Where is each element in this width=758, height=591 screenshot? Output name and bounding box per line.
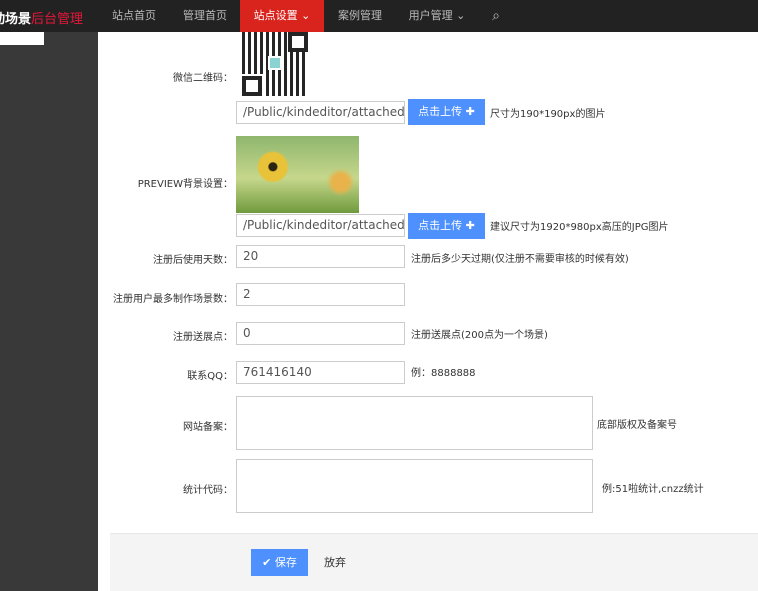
nav-site-settings[interactable]: 站点设置 ⌄ <box>240 0 324 32</box>
stats-hint: 例:51啦统计,cnzz统计 <box>602 484 704 495</box>
stats-textarea[interactable] <box>236 459 593 513</box>
qq-input[interactable]: 761416140 <box>236 361 405 384</box>
icp-hint: 底部版权及备案号 <box>597 420 677 431</box>
button-label: 点击上传 <box>418 219 463 232</box>
qrcode-path-input[interactable]: /Public/kindeditor/attached/in <box>236 101 405 124</box>
qrcode-label: 微信二维码： <box>173 73 233 84</box>
brand-name: 动场景 <box>0 12 32 27</box>
sidebar-item[interactable] <box>0 32 44 45</box>
nav-label: 用户管理 <box>408 9 453 22</box>
preview-bg-label: PREVIEW背景设置： <box>137 179 233 190</box>
qrcode-hint: 尺寸为190*190px的图片 <box>490 109 606 120</box>
points-label: 注册送展点： <box>173 332 233 343</box>
qrcode-image <box>240 32 308 98</box>
save-label: 保存 <box>274 556 297 569</box>
form-actions: ✔ 保存 放弃 <box>110 533 758 591</box>
days-hint: 注册后多少天过期(仅注册不需要审核的时候有效) <box>411 254 629 265</box>
days-input[interactable]: 20 <box>236 245 405 268</box>
max-scenes-label: 注册用户最多制作场景数： <box>113 294 233 305</box>
chevron-down-icon: ⌄ <box>301 9 311 22</box>
points-input[interactable]: 0 <box>236 322 405 345</box>
preview-bg-image <box>236 136 359 213</box>
button-label: 点击上传 <box>418 105 463 118</box>
preview-bg-upload-button[interactable]: 点击上传 ✚ <box>408 213 485 239</box>
nav-label: 站点设置 <box>253 9 298 22</box>
check-icon: ✔ <box>262 556 272 569</box>
sidebar <box>0 32 98 591</box>
cancel-button[interactable]: 放弃 <box>312 549 358 576</box>
icp-textarea[interactable] <box>236 396 593 450</box>
qq-label: 联系QQ： <box>187 371 233 382</box>
qrcode-upload-button[interactable]: 点击上传 ✚ <box>408 99 485 125</box>
preview-bg-hint: 建议尺寸为1920*980px高压的JPG图片 <box>490 222 669 233</box>
qq-hint: 例：8888888 <box>411 368 476 379</box>
brand-accent: 后台管理 <box>31 12 84 27</box>
max-scenes-input[interactable]: 2 <box>236 283 405 306</box>
plus-icon: ✚ <box>465 105 475 118</box>
search-icon[interactable]: ⌕ <box>482 0 510 32</box>
brand-logo[interactable]: 动场景后台管理 <box>0 8 83 27</box>
points-hint: 注册送展点(200点为一个场景) <box>411 330 548 341</box>
plus-icon: ✚ <box>465 219 475 232</box>
save-button[interactable]: ✔ 保存 <box>251 549 308 576</box>
nav-admin-home[interactable]: 管理首页 <box>170 0 240 32</box>
icp-label: 网站备案： <box>183 422 233 433</box>
days-label: 注册后使用天数： <box>153 255 233 266</box>
top-navbar: 动场景后台管理 站点首页 管理首页 站点设置 ⌄ 案例管理 用户管理 ⌄ ⌕ <box>0 0 758 32</box>
nav-cases[interactable]: 案例管理 <box>324 0 396 32</box>
nav-users[interactable]: 用户管理 ⌄ <box>396 0 478 32</box>
nav-site-home[interactable]: 站点首页 <box>98 0 170 32</box>
stats-label: 统计代码： <box>183 485 233 496</box>
chevron-down-icon: ⌄ <box>456 9 466 22</box>
preview-bg-path-input[interactable]: /Public/kindeditor/attached/in <box>236 214 405 237</box>
